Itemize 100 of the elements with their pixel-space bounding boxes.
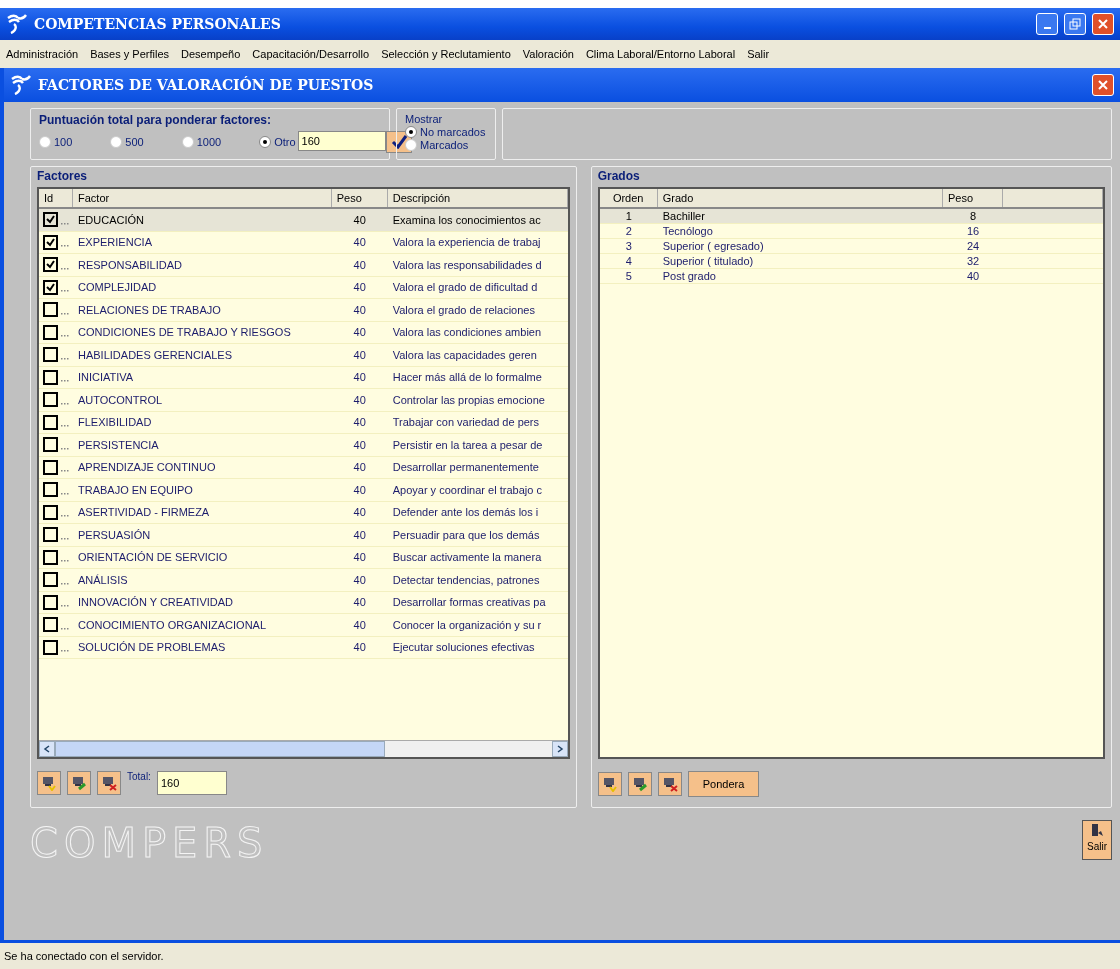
table-cell-text: ASERTIVIDAD - FIRMEZA [77,506,211,519]
menu-item[interactable]: Capacitación/Desarrollo [252,48,370,60]
checkbox[interactable] [43,527,58,543]
table-cell-text: 40 [352,281,367,294]
radio-button[interactable] [39,136,51,148]
column-header[interactable]: Peso [943,189,1003,207]
minimize-button[interactable] [1036,13,1058,35]
checkbox[interactable] [43,324,58,340]
checkbox[interactable] [43,279,58,295]
checkbox[interactable] [43,302,58,318]
close-button[interactable] [1092,13,1114,35]
radio-label: Marcados [420,139,469,151]
checkbox[interactable] [43,369,58,385]
menu-item[interactable]: Clima Laboral/Entorno Laboral [585,48,736,60]
ellipsis-icon [61,222,69,225]
table-row[interactable]: CONOCIMIENTO ORGANIZACIONAL 40 Conocer la organización y su r [39,614,568,637]
menu-item[interactable]: Selección y Reclutamiento [381,48,511,60]
column-header[interactable]: Orden [599,189,658,207]
menu-item[interactable]: Valoración [522,48,574,60]
table-cell-text: Valora el grado de dificultad d [391,281,539,294]
horizontal-scrollbar[interactable] [39,740,568,757]
add-row-icon [41,775,57,791]
table-row[interactable]: ANÁLISIS 40 Detectar tendencias, patrones [39,569,568,592]
exit-button[interactable]: Salir [1082,820,1112,860]
table-row[interactable]: CONDICIONES DE TRABAJO Y RIESGOS 40 Valora las condiciones ambien [39,321,568,344]
table-row[interactable]: COMPLEJIDAD 40 Valora el grado de dificultad d [39,276,568,299]
menu-item[interactable]: Administración [6,48,79,60]
delete-button[interactable] [657,772,682,796]
checkbox[interactable] [43,437,58,453]
edit-button[interactable] [627,772,652,796]
table-row[interactable]: 2 Tecnólogo 16 [599,224,1103,239]
table-row[interactable]: PERSISTENCIA 40 Persistir en la tarea a pesar de [39,434,568,457]
table-row[interactable]: PERSUASIÓN 40 Persuadir para que los demás [39,524,568,547]
radio-button[interactable] [110,136,123,148]
table-row[interactable]: FLEXIBILIDAD 40 Trabajar con variedad de pers [39,411,568,434]
table-row[interactable]: EDUCACIÓN 40 Examina los conocimientos ac [39,209,568,232]
checkbox[interactable] [43,392,58,408]
checkbox[interactable] [43,414,58,430]
table-cell-text: PERSUASIÓN [77,528,152,541]
table-row[interactable]: ORIENTACIÓN DE SERVICIO 40 Buscar activamente la manera [39,546,568,569]
table-row[interactable]: 1 Bachiller 8 [599,209,1103,224]
table-row[interactable]: SOLUCIÓN DE PROBLEMAS 40 Ejecutar soluciones efectivas [39,636,568,659]
checkbox[interactable] [43,639,58,655]
restore-icon [1069,18,1081,30]
table-cell-text: 5 [624,270,633,282]
table-row[interactable]: TRABAJO EN EQUIPO 40 Apoyar y coordinar el trabajo c [39,479,568,502]
restore-button[interactable] [1064,13,1086,35]
total-field[interactable]: 160 [156,771,227,795]
table-row[interactable]: RELACIONES DE TRABAJO 40 Valora el grado de relaciones [39,299,568,322]
table-row[interactable]: INNOVACIÓN Y CREATIVIDAD 40 Desarrollar formas creativas pa [39,591,568,614]
table-row[interactable]: 5 Post grado 40 [599,269,1103,284]
checkbox[interactable] [43,347,58,363]
column-header[interactable]: Peso [331,189,388,207]
column-header[interactable]: Descripción [387,189,568,207]
ellipsis-icon [61,515,69,518]
radio-button[interactable] [259,136,272,148]
checkbox[interactable] [43,234,58,250]
radio-button[interactable] [405,126,417,138]
column-header[interactable]: Grado [657,189,943,207]
table-cell-text: Desarrollar formas creativas pa [391,596,547,609]
table-cell-text: 40 [352,551,367,564]
ellipsis-icon [61,447,69,450]
table-row[interactable]: 3 Superior ( egresado) 24 [599,239,1103,254]
column-header[interactable]: Factor [73,189,332,207]
column-header[interactable]: Id [39,189,73,207]
checkbox[interactable] [43,257,58,273]
radio-button[interactable] [181,136,194,148]
checkbox[interactable] [43,549,58,565]
table-cell-text: Apoyar y coordinar el trabajo c [391,483,543,496]
close-button[interactable] [1092,74,1114,96]
menu-item[interactable]: Bases y Perfiles [90,48,169,60]
table-row[interactable]: HABILIDADES GERENCIALES 40 Valora las capacidades geren [39,344,568,367]
add-button[interactable] [597,772,622,796]
menu-item[interactable]: Salir [747,48,770,60]
checkbox[interactable] [43,617,58,633]
checkbox[interactable] [43,459,58,475]
table-cell-text: Ejecutar soluciones efectivas [391,641,536,654]
window-title: COMPETENCIAS PERSONALES [34,16,281,32]
delete-button[interactable] [97,771,121,795]
table-cell-text: Desarrollar permanentemente [391,461,540,474]
table-row[interactable]: INICIATIVA 40 Hacer más allá de lo formalme [39,366,568,389]
checkbox[interactable] [43,572,58,588]
checkbox[interactable] [43,594,58,610]
table-row[interactable]: RESPONSABILIDAD 40 Valora las responsabilidades d [39,254,568,277]
menu-item[interactable]: Desempeño [181,48,241,60]
table-row[interactable]: EXPERIENCIA 40 Valora la experiencia de trabaj [39,231,568,254]
edit-button[interactable] [67,771,91,795]
table-row[interactable]: AUTOCONTROL 40 Controlar las propias emocione [39,389,568,412]
score-field[interactable]: 160 [297,131,386,151]
table-cell-text: Conocer la organización y su r [391,618,543,631]
checkbox[interactable] [43,504,58,520]
table-cell-text: 40 [352,483,367,496]
table-row[interactable]: APRENDIZAJE CONTINUO 40 Desarrollar permanentemente [39,456,568,479]
checkbox[interactable] [43,482,58,498]
add-button[interactable] [37,771,61,795]
radio-label: 500 [125,136,144,148]
table-row[interactable]: 4 Superior ( titulado) 32 [599,254,1103,269]
pondera-button[interactable]: Pondera [687,771,760,797]
checkbox[interactable] [43,212,58,228]
table-row[interactable]: ASERTIVIDAD - FIRMEZA 40 Defender ante los demás los i [39,501,568,524]
